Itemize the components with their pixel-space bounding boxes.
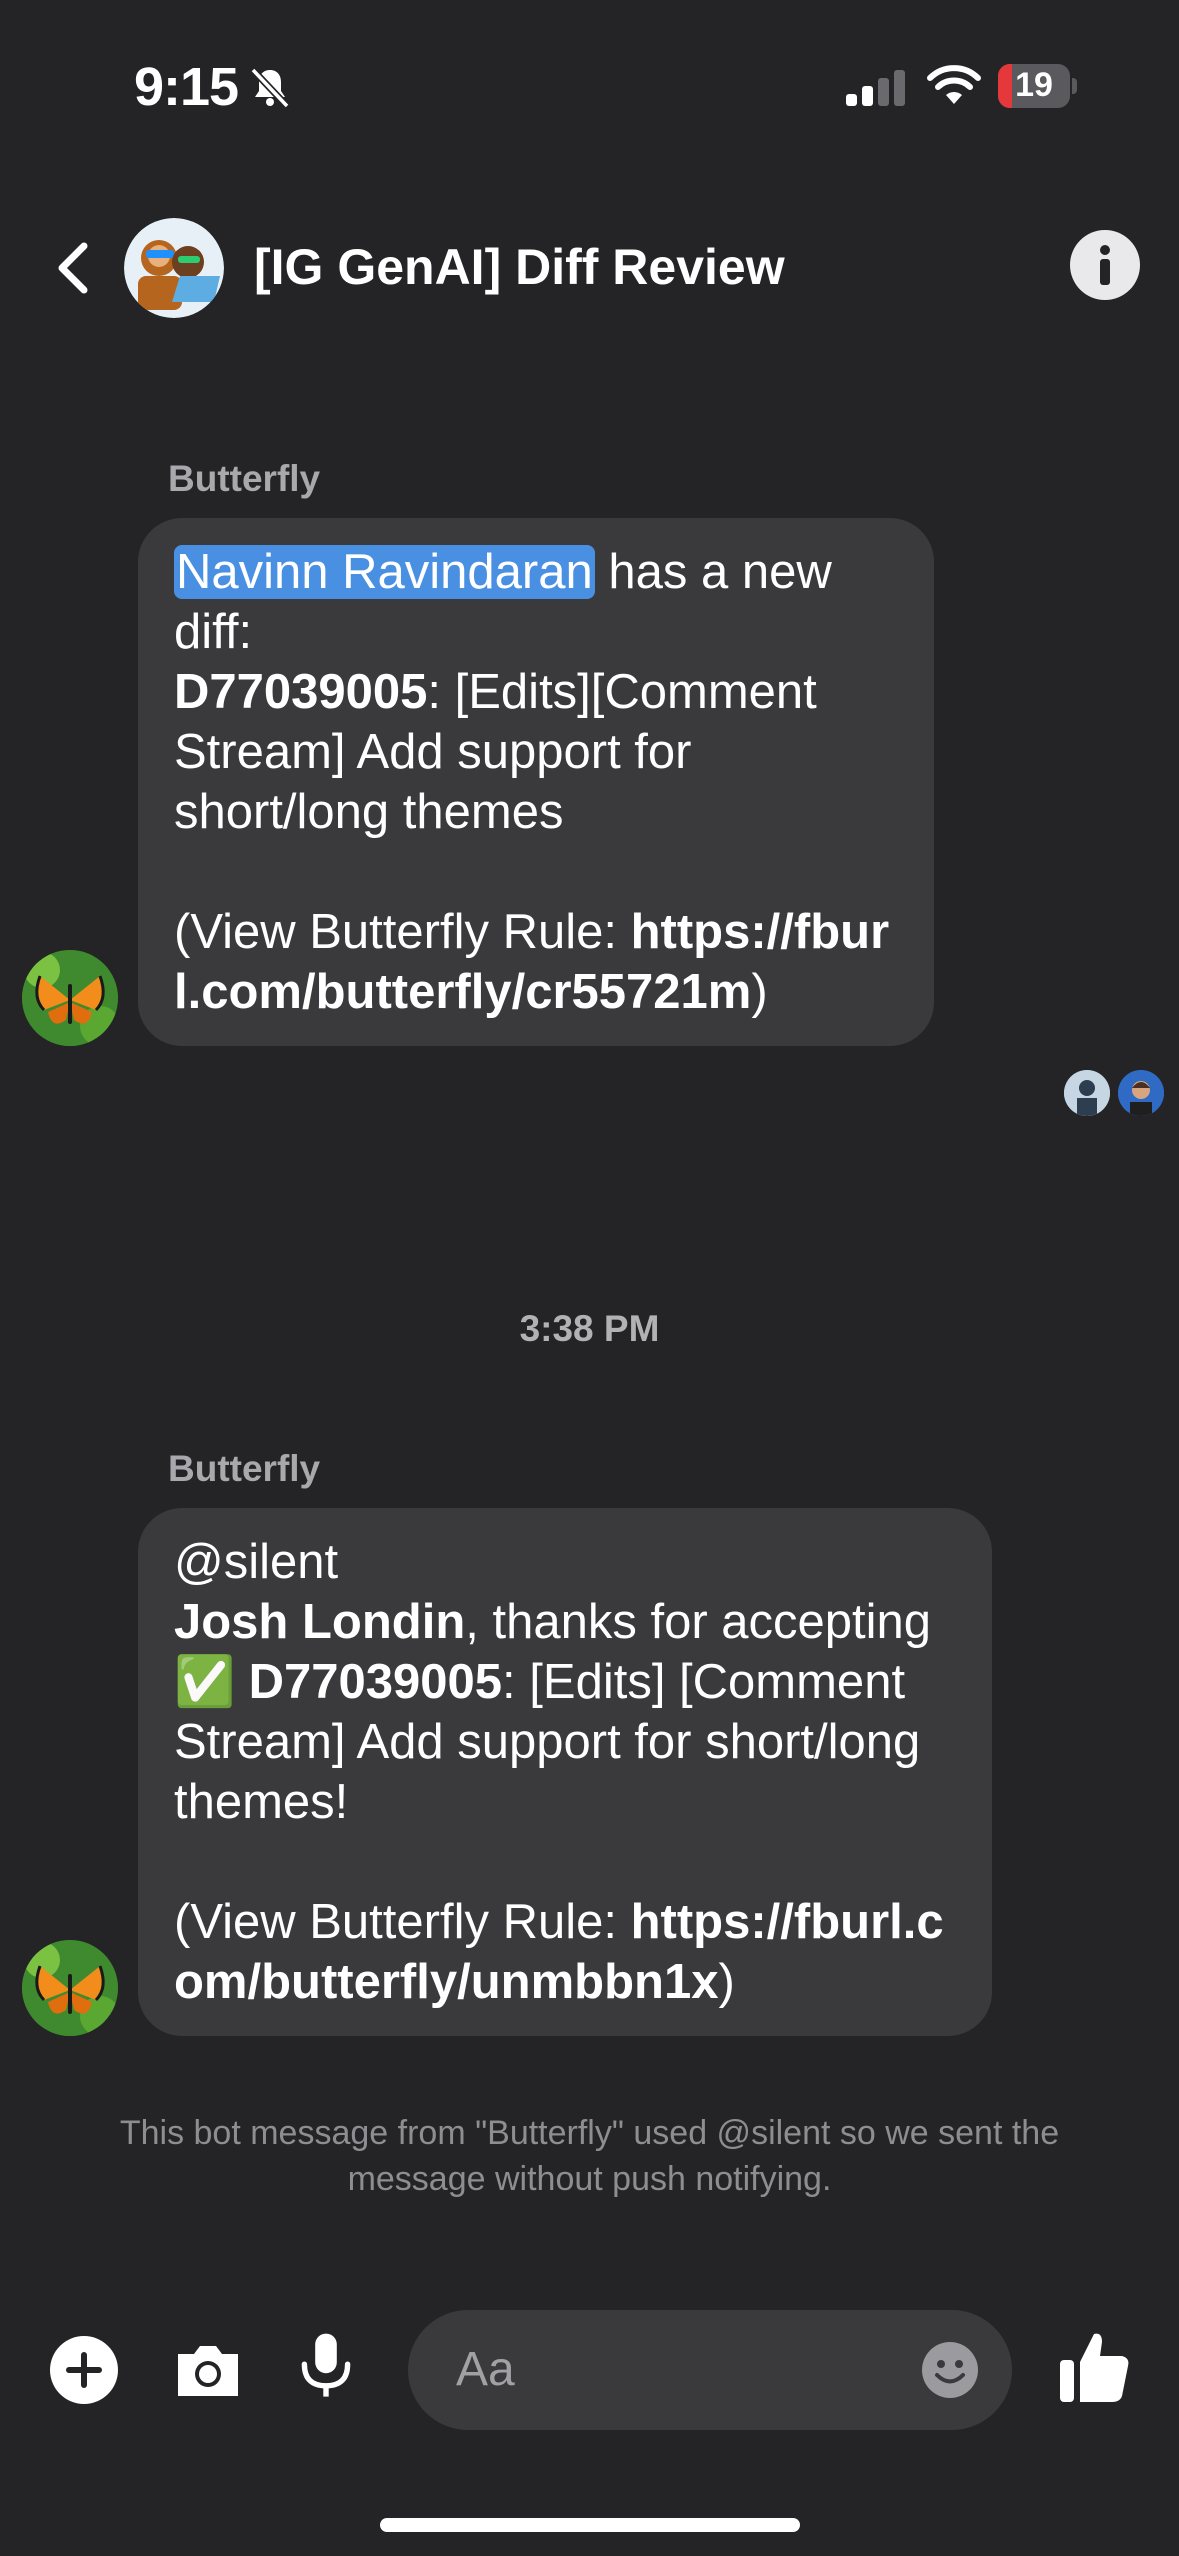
camera-icon[interactable]	[172, 2334, 244, 2406]
silent-notice: This bot message from "Butterfly" used @…	[119, 2114, 1060, 2198]
diff-id[interactable]: D77039005	[249, 1655, 502, 1709]
bell-muted-icon	[250, 67, 290, 109]
mention-highlight[interactable]: Navinn Ravindaran	[174, 545, 595, 599]
message-bubble[interactable]: Navinn Ravindaran has a new diff: D77039…	[138, 518, 934, 1046]
rule-prefix: (View Butterfly Rule:	[174, 1895, 631, 1949]
rule-prefix: (View Butterfly Rule:	[174, 905, 631, 959]
rule-suffix: )	[751, 965, 768, 1019]
rule-suffix: )	[718, 1955, 735, 2009]
timestamp: 3:38 PM	[519, 1308, 660, 1349]
butterfly-icon	[22, 1940, 118, 2036]
silent-tag: @silent	[174, 1535, 339, 1589]
input-placeholder: Aa	[456, 2343, 515, 2396]
info-icon	[1100, 245, 1110, 285]
cellular-signal-icon	[846, 70, 905, 106]
info-button[interactable]	[1070, 230, 1140, 300]
battery-indicator: 19	[998, 64, 1078, 108]
thumbs-up-icon[interactable]	[1056, 2326, 1132, 2406]
message-input[interactable]: Aa	[408, 2310, 1012, 2430]
check-emoji: ✅	[174, 1655, 236, 1709]
chevron-left-icon[interactable]	[50, 240, 94, 296]
diff-id[interactable]: D77039005	[174, 665, 427, 719]
read-receipt-avatar	[1118, 1070, 1164, 1116]
message-sender: Butterfly	[168, 1448, 321, 1489]
plus-icon[interactable]	[48, 2334, 120, 2406]
bot-avatar[interactable]	[22, 950, 118, 1046]
bot-avatar[interactable]	[22, 1940, 118, 2036]
microphone-icon[interactable]	[290, 2330, 362, 2402]
status-time: 9:15	[134, 57, 239, 117]
home-indicator	[380, 2518, 800, 2532]
chat-title[interactable]: [IG GenAI] Diff Review	[254, 238, 785, 296]
message-sender: Butterfly	[168, 458, 321, 499]
butterfly-icon	[22, 950, 118, 1046]
message-text: , thanks for accepting	[465, 1595, 932, 1649]
message-bubble[interactable]: @silent Josh Londin, thanks for acceptin…	[138, 1508, 992, 2036]
group-avatar[interactable]	[124, 218, 224, 318]
read-receipt-avatar	[1064, 1070, 1110, 1116]
person-name[interactable]: Josh Londin	[174, 1595, 465, 1649]
emoji-icon[interactable]	[920, 2340, 980, 2400]
wifi-icon	[927, 65, 981, 104]
battery-percent: 19	[1015, 66, 1053, 104]
group-avatar-image	[124, 218, 224, 318]
